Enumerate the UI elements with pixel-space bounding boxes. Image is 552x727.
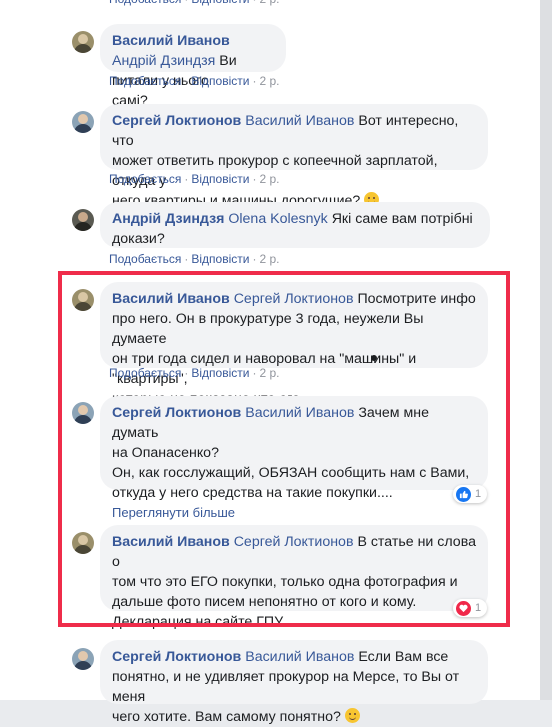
comment-author[interactable]: Сергей Локтионов — [112, 649, 241, 665]
comment-mention[interactable]: Андрій Дзиндзя — [112, 53, 215, 69]
comment-actions: Подобається·Відповісти·2 р. — [109, 172, 279, 186]
comment-mention[interactable]: Василий Иванов — [245, 113, 354, 129]
separator: · — [184, 0, 188, 6]
separator: · — [252, 252, 257, 266]
separator: · — [252, 0, 256, 6]
comment-author[interactable]: Андрій Дзиндзя — [112, 211, 224, 227]
comment-mention[interactable]: Olena Kolesnyk — [228, 211, 327, 227]
like-link[interactable]: Подобається — [109, 0, 181, 6]
comment-text: Які саме вам потрібні — [331, 211, 473, 227]
avatar[interactable] — [72, 31, 94, 53]
timestamp[interactable]: 2 р. — [259, 252, 279, 266]
comment-mention[interactable]: Василий Иванов — [245, 649, 354, 665]
comment-text: докази? — [112, 231, 165, 247]
comment-bubble: Сергей Локтионов Василий Иванов Если Вам… — [100, 640, 488, 725]
avatar[interactable] — [72, 111, 94, 133]
avatar[interactable] — [72, 209, 94, 231]
cursor-dot — [371, 355, 377, 361]
reply-link[interactable]: Відповісти — [191, 74, 249, 88]
like-link[interactable]: Подобається — [109, 172, 181, 186]
comment-author[interactable]: Сергей Локтионов — [112, 113, 241, 129]
comment-actions: Подобається·Відповісти·2 р. — [109, 0, 279, 6]
comment-actions: Подобається·Відповісти·2 р. — [109, 252, 279, 266]
separator: · — [184, 172, 189, 186]
reply-link[interactable]: Відповісти — [191, 172, 249, 186]
timestamp[interactable]: 2 р. — [259, 0, 279, 6]
comment-text: Если Вам все — [358, 649, 449, 665]
separator: · — [252, 172, 257, 186]
separator: · — [184, 252, 189, 266]
smiling-face-icon — [344, 708, 360, 723]
page-background-edge — [540, 0, 552, 700]
reply-link[interactable]: Відповісти — [191, 0, 249, 6]
comment-text: понятно, и не удивляет прокурор на Мерсе… — [112, 669, 460, 705]
comment-actions: Подобається·Відповісти·2 р. — [109, 74, 279, 88]
like-link[interactable]: Подобається — [109, 74, 181, 88]
separator: · — [252, 74, 257, 88]
avatar[interactable] — [72, 648, 94, 670]
like-link[interactable]: Подобається — [109, 252, 181, 266]
comment-text: чего хотите. Вам самому понятно? — [112, 709, 341, 725]
comment-author[interactable]: Василий Иванов — [112, 33, 230, 49]
timestamp[interactable]: 2 р. — [259, 74, 279, 88]
timestamp[interactable]: 2 р. — [259, 172, 279, 186]
comment-bubble: Сергей Локтионов Василий Иванов Вот инте… — [100, 104, 488, 209]
comment-bubble: Андрій Дзиндзя Olena Kolesnyk Які саме в… — [100, 202, 490, 248]
separator: · — [184, 74, 189, 88]
reply-link[interactable]: Відповісти — [191, 252, 249, 266]
comment-bubble: Василий Иванов Андрій Дзиндзя Ви питали … — [100, 24, 286, 109]
highlight-frame — [58, 271, 510, 627]
